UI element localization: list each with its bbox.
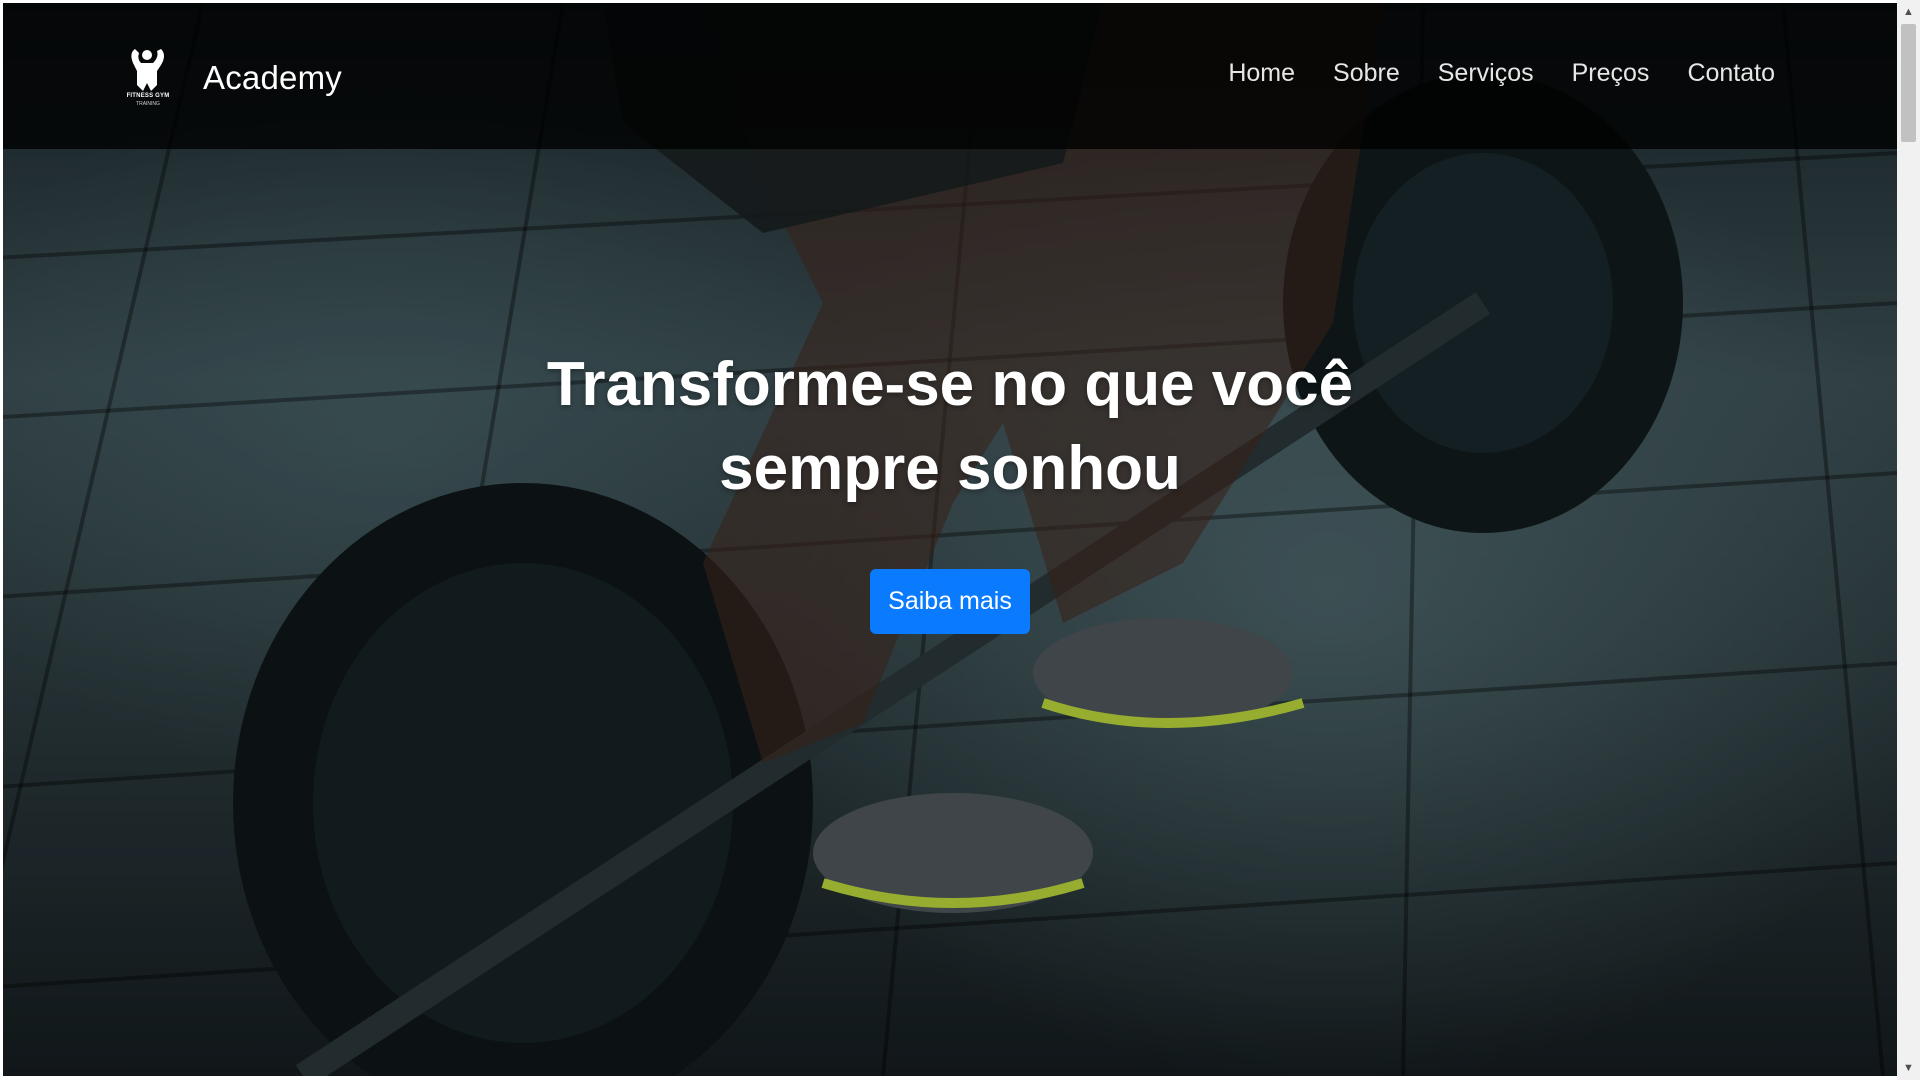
chevron-up-icon[interactable]: ▲ — [1897, 2, 1920, 22]
navbar: FITNESS GYM TRAINING Academy Home Sobre … — [3, 3, 1897, 149]
brand-name: Academy — [203, 59, 342, 96]
nav-menu: Home Sobre Serviços Preços Contato — [1228, 59, 1775, 88]
hero-title-line-1: Transforme-se no que você — [546, 350, 1354, 419]
brand-logo: FITNESS GYM TRAINING — [123, 45, 173, 111]
scrollbar-thumb[interactable] — [1901, 24, 1916, 142]
hero-title: Transforme-se no que você sempre sonhou — [540, 343, 1360, 511]
hero-title-line-2: sempre sonhou — [719, 434, 1181, 503]
nav-link-contato[interactable]: Contato — [1687, 59, 1775, 88]
bodybuilder-icon — [123, 45, 173, 93]
vertical-scrollbar[interactable]: ▲ ▼ — [1897, 0, 1920, 1080]
saiba-mais-button[interactable]: Saiba mais — [870, 569, 1030, 634]
nav-link-precos[interactable]: Preços — [1572, 59, 1650, 88]
brand-link[interactable]: FITNESS GYM TRAINING Academy — [123, 43, 342, 113]
hero-section: Transforme-se no que você sempre sonhou … — [3, 343, 1897, 634]
logo-text-secondary: TRAINING — [136, 101, 160, 107]
nav-link-sobre[interactable]: Sobre — [1333, 59, 1400, 88]
logo-text-primary: FITNESS GYM — [126, 93, 170, 99]
nav-link-home[interactable]: Home — [1228, 59, 1295, 88]
nav-link-servicos[interactable]: Serviços — [1438, 59, 1534, 88]
chevron-down-icon[interactable]: ▼ — [1897, 1058, 1920, 1078]
page-viewport: FITNESS GYM TRAINING Academy Home Sobre … — [3, 3, 1897, 1076]
